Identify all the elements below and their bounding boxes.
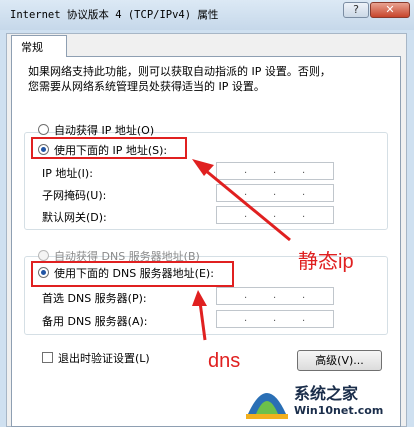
watermark-url: Win10net.com <box>294 404 384 417</box>
watermark: 系统之家 Win10net.com <box>244 376 410 424</box>
watermark-logo-icon <box>246 393 288 419</box>
arrow-to-dns-head <box>192 290 207 306</box>
annotation-arrows <box>192 159 291 341</box>
arrow-to-ip-line <box>204 168 291 242</box>
arrow-to-dns-line <box>198 301 207 341</box>
watermark-brand: 系统之家 <box>294 384 359 403</box>
